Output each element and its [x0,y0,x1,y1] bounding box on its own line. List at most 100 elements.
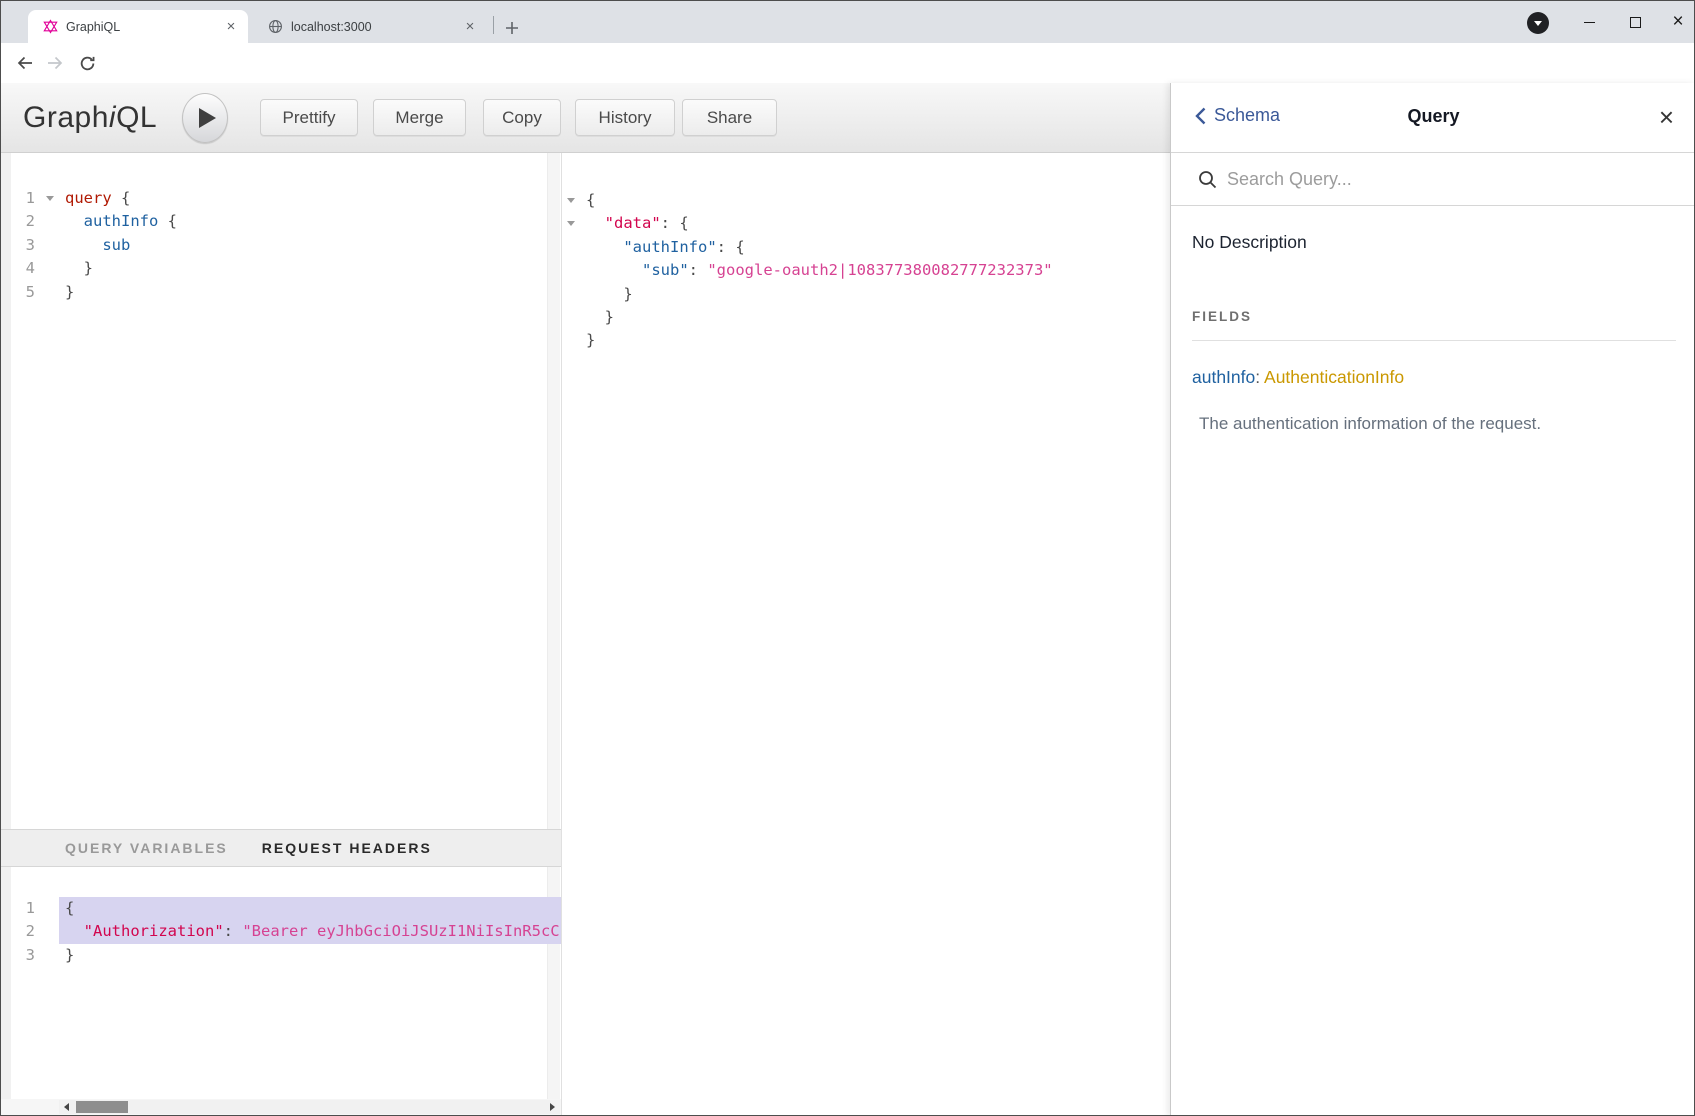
tab-localhost[interactable]: localhost:3000 × [253,10,487,43]
fold-gutter [562,283,580,306]
code-line[interactable]: 2 authInfo { [1,210,561,233]
graphiql-logo: GraphiQL [23,101,157,135]
fold-gutter [41,920,59,943]
execute-query-button[interactable] [182,93,228,143]
line-number: 2 [1,920,41,943]
tab-request-headers[interactable]: REQUEST HEADERS [262,840,432,856]
field-item: authInfo: AuthenticationInfo [1192,367,1676,388]
graphql-favicon-icon [42,19,58,35]
code-text[interactable]: "sub": "google-oauth2|108377380082777232… [580,259,1170,282]
query-editor-pane[interactable]: 1query {2 authInfo {3 sub4 }5} [1,153,561,829]
field-type-link[interactable]: AuthenticationInfo [1264,367,1404,387]
scrollbar-track[interactable] [59,1100,560,1114]
fold-arrow-icon[interactable] [562,212,580,235]
tab-strip: GraphiQL × localhost:3000 × × [1,1,1694,43]
code-text[interactable]: } [59,257,561,280]
fold-gutter [562,306,580,329]
code-text[interactable]: sub [59,234,561,257]
fold-gutter [41,897,59,920]
tab-query-variables[interactable]: QUERY VARIABLES [65,840,228,856]
fold-gutter [562,329,580,352]
code-text[interactable]: { [59,897,561,920]
code-line[interactable]: 5} [1,281,561,304]
code-line[interactable]: "authInfo": { [562,236,1170,259]
history-button[interactable]: History [575,99,675,136]
search-icon [1198,170,1217,189]
code-text[interactable]: authInfo { [59,210,561,233]
horizontal-scrollbar[interactable] [1,1099,561,1115]
play-icon [199,108,216,128]
back-icon[interactable] [13,51,37,75]
code-text[interactable]: } [59,281,561,304]
chrome-update-icon[interactable] [1527,12,1549,34]
browser-window: GraphiQL × localhost:3000 × × [0,0,1695,1116]
fold-arrow-icon[interactable] [562,189,580,212]
reload-icon[interactable] [75,51,99,75]
prettify-button[interactable]: Prettify [260,99,358,136]
code-line[interactable]: 1{ [1,897,561,920]
code-line[interactable]: "data": { [562,212,1170,235]
fold-gutter [41,281,59,304]
globe-icon [267,19,283,35]
code-line[interactable]: 2 "Authorization": "Bearer eyJhbGciOiJSU… [1,920,561,943]
result-viewer-pane[interactable]: { "data": { "authInfo": { "sub": "google… [561,153,1170,1116]
code-text[interactable]: "data": { [580,212,1170,235]
copy-button[interactable]: Copy [483,99,561,136]
scroll-right-icon[interactable] [545,1100,560,1114]
code-line[interactable]: 3 sub [1,234,561,257]
secondary-editor-tabs: QUERY VARIABLES REQUEST HEADERS [1,829,561,867]
scrollbar-thumb[interactable] [76,1101,128,1113]
doc-explorer-panel: Schema Query × Search Query... No Descri… [1170,83,1695,1116]
code-text[interactable]: { [580,189,1170,212]
maximize-button[interactable] [1618,7,1652,37]
share-button[interactable]: Share [682,99,777,136]
line-number: 1 [1,187,41,210]
doc-close-icon[interactable]: × [1659,101,1674,133]
field-name-link[interactable]: authInfo [1192,367,1255,387]
code-line[interactable]: "sub": "google-oauth2|108377380082777232… [562,259,1170,282]
code-text[interactable]: } [59,944,561,967]
code-text[interactable]: query { [59,187,561,210]
line-number: 3 [1,944,41,967]
fold-gutter [41,944,59,967]
code-line[interactable]: { [562,189,1170,212]
minimize-button[interactable] [1572,7,1606,37]
merge-button[interactable]: Merge [373,99,466,136]
code-line[interactable]: 4 } [1,257,561,280]
code-text[interactable]: } [580,306,1170,329]
doc-content: No Description FIELDS authInfo: Authenti… [1192,206,1676,434]
tab-title: localhost:3000 [291,20,453,34]
graphiql-toolbar: GraphiQL Prettify Merge Copy History Sha… [1,83,1170,153]
code-line[interactable]: 3} [1,944,561,967]
code-text[interactable]: "authInfo": { [580,236,1170,259]
code-line[interactable]: } [562,306,1170,329]
code-line[interactable]: } [562,283,1170,306]
fold-arrow-icon[interactable] [41,187,59,210]
doc-search-box[interactable]: Search Query... [1171,153,1695,206]
tab-graphiql[interactable]: GraphiQL × [28,10,248,43]
field-punct: : [1255,367,1264,387]
line-number: 5 [1,281,41,304]
tab-close-icon[interactable]: × [222,18,240,36]
type-description: No Description [1192,232,1676,253]
forward-icon[interactable] [43,51,67,75]
code-line[interactable]: } [562,329,1170,352]
fold-gutter [41,234,59,257]
new-tab-button[interactable] [499,15,525,41]
result-code[interactable]: { "data": { "authInfo": { "sub": "google… [562,189,1170,353]
headers-code[interactable]: 1{2 "Authorization": "Bearer eyJhbGciOiJ… [1,897,561,967]
fold-gutter [41,210,59,233]
line-number: 4 [1,257,41,280]
request-headers-editor[interactable]: 1{2 "Authorization": "Bearer eyJhbGciOiJ… [1,867,561,1099]
code-text[interactable]: "Authorization": "Bearer eyJhbGciOiJSUzI… [59,920,561,943]
query-code[interactable]: 1query {2 authInfo {3 sub4 }5} [1,187,561,304]
code-line[interactable]: 1 query { [1,187,561,210]
scroll-left-icon[interactable] [59,1100,74,1114]
doc-title: Query [1171,106,1695,127]
window-close-button[interactable]: × [1661,7,1695,37]
code-text[interactable]: } [580,283,1170,306]
tab-close-icon[interactable]: × [461,18,479,36]
code-text[interactable]: } [580,329,1170,352]
doc-explorer-header: Schema Query × [1171,83,1695,153]
line-number: 3 [1,234,41,257]
